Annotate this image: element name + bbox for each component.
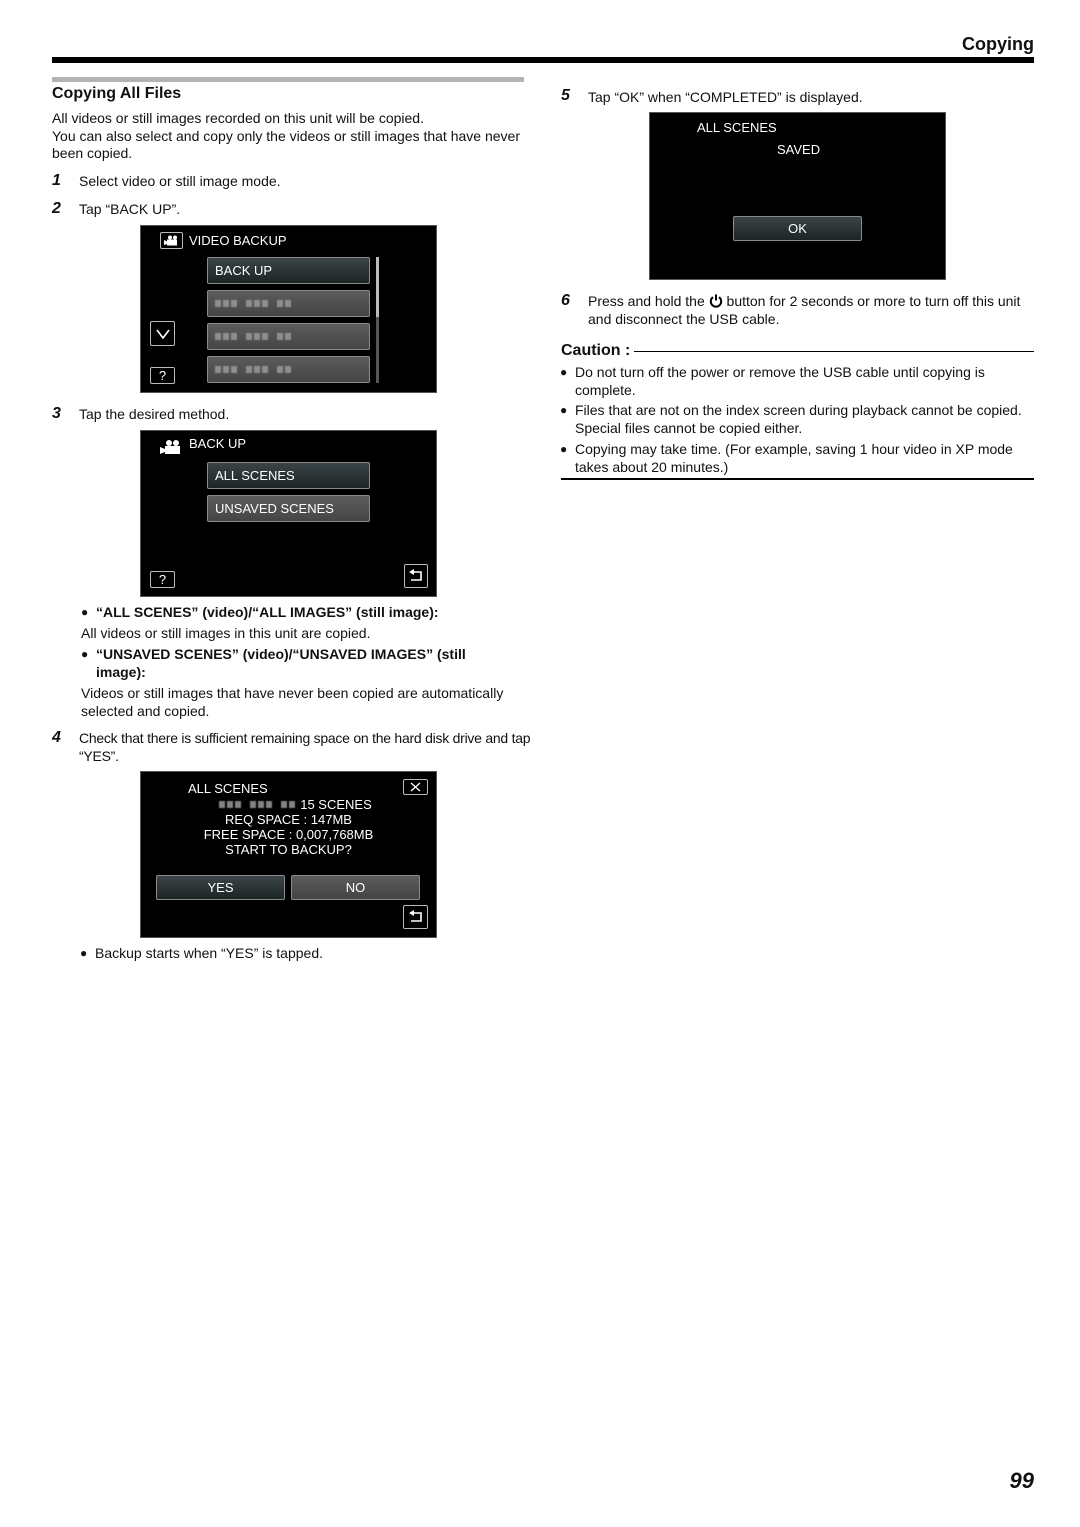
option-description: All videos or still images in this unit … bbox=[81, 625, 371, 641]
caution-title: Caution : bbox=[561, 342, 631, 359]
screen-title: BACK UP bbox=[189, 436, 247, 451]
return-button[interactable] bbox=[404, 564, 428, 588]
intro-line-1: All videos or still images recorded on t… bbox=[52, 110, 424, 126]
close-icon bbox=[410, 782, 421, 792]
step-number: 4 bbox=[52, 729, 61, 746]
section-title: Copying All Files bbox=[52, 85, 182, 102]
caution-bottom-rule bbox=[561, 478, 1034, 480]
screen-confirm-backup: ALL SCENES 15 SCENES REQ SPACE : 147MB F… bbox=[140, 771, 437, 938]
video-camera-icon bbox=[160, 232, 183, 249]
backup-prompt: START TO BACKUP? bbox=[225, 842, 352, 857]
caution-rule bbox=[634, 351, 1034, 352]
screen-title: VIDEO BACKUP bbox=[189, 233, 287, 248]
bullet-icon: ● bbox=[81, 605, 89, 619]
bullet-icon: ● bbox=[81, 647, 89, 661]
menu-item-blurred[interactable] bbox=[207, 323, 370, 350]
step-text: Select video or still image mode. bbox=[79, 173, 281, 189]
blurred-text bbox=[215, 333, 291, 340]
intro-line-2: You can also select and copy only the vi… bbox=[52, 127, 520, 162]
yes-button[interactable]: YES bbox=[156, 875, 285, 900]
caution-item: ● Do not turn off the power or remove th… bbox=[560, 364, 985, 398]
return-button[interactable] bbox=[403, 905, 428, 929]
all-scenes-button[interactable]: ALL SCENES bbox=[207, 462, 370, 489]
section-rule bbox=[52, 77, 524, 82]
help-button[interactable]: ? bbox=[150, 571, 175, 588]
required-space: REQ SPACE : 147MB bbox=[225, 812, 352, 827]
page-number: 99 bbox=[1009, 1468, 1034, 1493]
step-number: 5 bbox=[561, 87, 570, 104]
return-icon bbox=[409, 569, 422, 581]
screen-back-up: BACK UP ALL SCENES UNSAVED SCENES ? bbox=[140, 430, 437, 597]
return-icon bbox=[408, 910, 422, 922]
scroll-down-button[interactable] bbox=[150, 321, 175, 346]
menu-item-blurred[interactable] bbox=[207, 290, 370, 317]
step-text: Tap “OK” when “COMPLETED” is displayed. bbox=[588, 89, 863, 105]
screen-saved: ALL SCENES SAVED OK bbox=[649, 112, 946, 280]
step-text: Check that there is sufficient remaining… bbox=[79, 730, 531, 764]
bullet-icon: ● bbox=[560, 365, 568, 379]
screen-title: ALL SCENES bbox=[697, 120, 777, 135]
scene-count: 15 SCENES bbox=[300, 797, 372, 812]
intro-text: All videos or still images recorded on t… bbox=[52, 110, 532, 163]
header-rule bbox=[52, 57, 1034, 63]
option-heading: ● “UNSAVED SCENES” (video)/“UNSAVED IMAG… bbox=[81, 646, 466, 680]
caution-header: Caution : bbox=[561, 342, 1034, 360]
blurred-text bbox=[215, 366, 291, 373]
option-heading: ● “ALL SCENES” (video)/“ALL IMAGES” (sti… bbox=[81, 604, 439, 620]
chapter-title: Copying bbox=[962, 34, 1034, 54]
bullet-icon: ● bbox=[80, 946, 88, 960]
step-text: Press and hold the button for 2 seconds … bbox=[588, 293, 1021, 327]
chevron-down-icon bbox=[155, 329, 170, 339]
screen-title: ALL SCENES bbox=[188, 781, 268, 796]
bullet-icon: ● bbox=[560, 442, 568, 456]
scrollbar-thumb[interactable] bbox=[376, 257, 379, 317]
step-note: ● Backup starts when “YES” is tapped. bbox=[80, 945, 323, 961]
step-number: 3 bbox=[52, 405, 61, 422]
step-number: 2 bbox=[52, 200, 61, 217]
video-camera-icon bbox=[160, 439, 182, 457]
caution-item: ● Copying may take time. (For example, s… bbox=[560, 441, 1013, 475]
no-button[interactable]: NO bbox=[291, 875, 420, 900]
step-number: 6 bbox=[561, 292, 570, 309]
free-space: FREE SPACE : 0,007,768MB bbox=[203, 827, 374, 842]
ok-button[interactable]: OK bbox=[733, 216, 862, 241]
step-number: 1 bbox=[52, 172, 61, 189]
close-button[interactable] bbox=[403, 779, 428, 795]
help-button[interactable]: ? bbox=[150, 367, 175, 384]
scene-count-row: 15 SCENES bbox=[141, 797, 436, 812]
screen-video-backup: VIDEO BACKUP BACK UP ? bbox=[140, 225, 437, 393]
save-status: SAVED bbox=[777, 142, 821, 157]
bullet-icon: ● bbox=[560, 403, 568, 417]
menu-item-blurred[interactable] bbox=[207, 356, 370, 383]
step-text: Tap the desired method. bbox=[79, 406, 230, 422]
unsaved-scenes-button[interactable]: UNSAVED SCENES bbox=[207, 495, 370, 522]
option-description: Videos or still images that have never b… bbox=[81, 685, 504, 719]
power-icon bbox=[709, 294, 722, 308]
caution-item: ● Files that are not on the index screen… bbox=[560, 402, 1022, 436]
back-up-button[interactable]: BACK UP bbox=[207, 257, 370, 284]
blurred-text bbox=[219, 797, 296, 812]
step-text: Tap “BACK UP”. bbox=[79, 201, 181, 217]
blurred-text bbox=[215, 300, 291, 307]
